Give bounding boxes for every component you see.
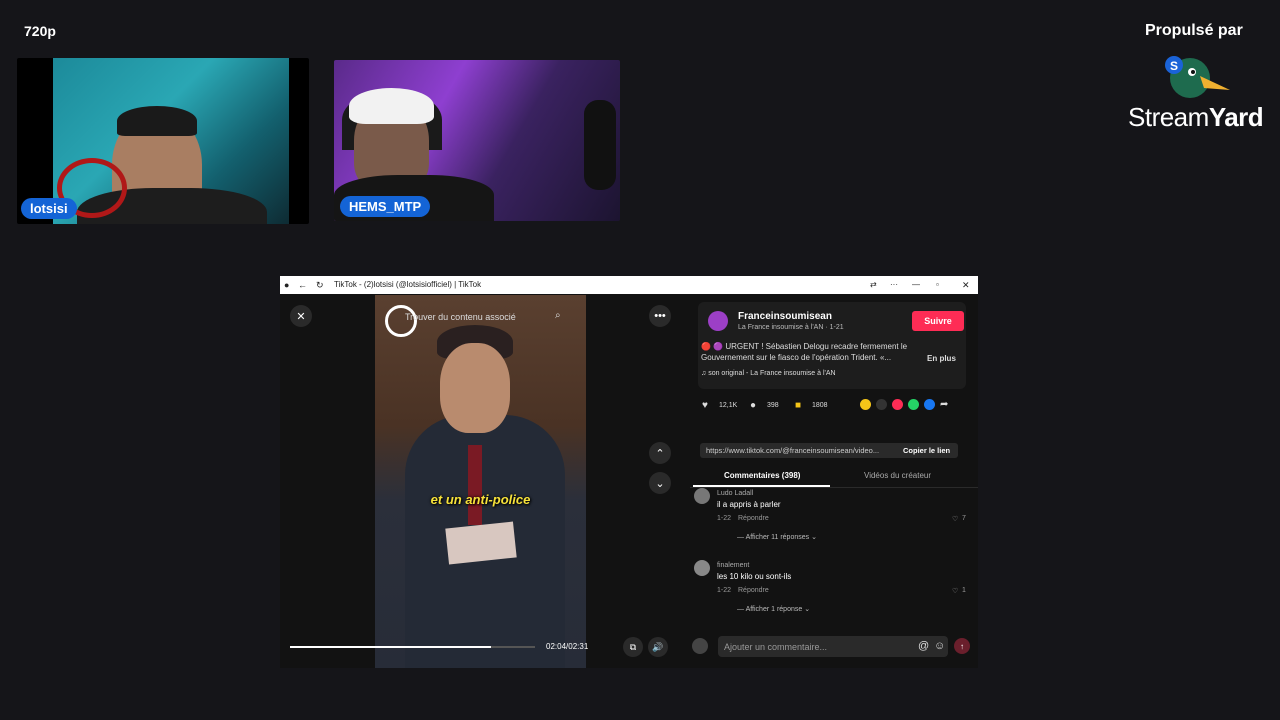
chevron-up-icon[interactable]: ⌃ — [649, 442, 671, 464]
tab-creator-videos[interactable]: Vidéos du créateur — [864, 471, 931, 480]
video-link-box: https://www.tiktok.com/@franceinsoumisea… — [700, 443, 958, 458]
avatar[interactable] — [694, 560, 710, 576]
facebook-icon[interactable] — [924, 399, 935, 410]
author-card: Franceinsoumisean La France insoumise à … — [698, 302, 966, 389]
comment-icon[interactable]: ● — [750, 400, 756, 411]
streamyard-duck-logo: S — [1165, 56, 1230, 98]
follow-button[interactable]: Suivre — [912, 311, 964, 331]
shared-browser-window: ● ← ↻ TikTok - (2)lotsisi (@lotsisioffic… — [280, 276, 978, 668]
participant-tag: lotsisi — [21, 198, 77, 219]
emoji-icon[interactable]: ☺ — [934, 640, 945, 652]
show-replies-button[interactable]: — Afficher 1 réponse ⌄ — [737, 605, 810, 613]
browser-titlebar: ● ← ↻ TikTok - (2)lotsisi (@lotsisioffic… — [280, 276, 978, 294]
translate-icon[interactable]: ⇄ — [870, 280, 877, 289]
author-subtitle: La France insoumise à l'AN · 1-21 — [738, 324, 844, 331]
video-caption: 🔴 🟣 URGENT ! Sébastien Delogu recadre fe… — [701, 342, 908, 362]
webcam-hems: HEMS_MTP — [334, 60, 620, 221]
video-progress-bar[interactable] — [290, 646, 535, 648]
webcam-lotsisi: lotsisi — [17, 58, 309, 224]
menu-icon[interactable]: ··· — [890, 280, 898, 289]
repost-icon[interactable] — [860, 399, 871, 410]
tiktok-icon: ● — [284, 280, 290, 290]
avatar[interactable] — [694, 488, 710, 504]
comment-likes: 7 — [962, 515, 966, 522]
close-icon[interactable]: ✕ — [290, 305, 312, 327]
search-icon[interactable]: ⌕ — [555, 310, 561, 321]
reply-button[interactable]: Répondre — [738, 515, 769, 522]
volume-icon[interactable]: 🔊 — [648, 637, 668, 657]
send-friends-icon[interactable] — [892, 399, 903, 410]
chevron-down-icon[interactable]: ⌄ — [649, 472, 671, 494]
saves-count: 1808 — [812, 402, 828, 409]
comment-text: il a appris à parler — [717, 500, 781, 509]
restore-icon[interactable]: ▫ — [936, 280, 939, 289]
comment-date: 1-22 — [717, 515, 732, 522]
video-player[interactable]: Trouver du contenu associé ⌕ et un anti-… — [375, 295, 586, 668]
show-replies-button[interactable]: — Afficher 11 réponses ⌄ — [737, 533, 817, 541]
streamyard-wordmark: StreamYard — [1128, 102, 1264, 132]
comment-likes: 1 — [962, 587, 966, 594]
more-icon[interactable]: ••• — [649, 305, 671, 327]
whatsapp-icon[interactable] — [908, 399, 919, 410]
back-icon[interactable]: ← — [298, 280, 307, 290]
heart-icon[interactable]: ♡ — [952, 515, 958, 523]
window-close-icon[interactable]: ✕ — [962, 280, 970, 291]
reply-button[interactable]: Répondre — [738, 587, 769, 594]
window-title: TikTok - (2)lotsisi (@lotsisiofficiel) |… — [334, 280, 482, 289]
quality-label: 720p — [24, 23, 56, 39]
likes-count: 12,1K — [719, 402, 738, 409]
more-caption-link[interactable]: En plus — [927, 354, 956, 363]
pip-icon[interactable]: ⧉ — [623, 637, 643, 657]
reload-icon[interactable]: ↻ — [316, 280, 324, 291]
comment-text: les 10 kilo ou sont-ils — [717, 572, 792, 581]
author-name[interactable]: Franceinsoumisean — [738, 311, 832, 322]
heart-icon[interactable]: ♥ — [702, 400, 708, 411]
embed-icon[interactable] — [876, 399, 887, 410]
related-content-search[interactable]: Trouver du contenu associé — [405, 312, 516, 322]
share-icon[interactable]: ➦ — [940, 399, 948, 410]
video-time: 02:04/02:31 — [546, 642, 589, 651]
video-link[interactable]: https://www.tiktok.com/@franceinsoumisea… — [706, 446, 879, 455]
comments-count: 398 — [767, 402, 779, 409]
minimize-icon[interactable]: — — [912, 280, 920, 289]
at-icon[interactable]: @ — [918, 640, 929, 652]
brand-caption: Propulsé par — [1145, 22, 1243, 39]
bookmark-icon[interactable]: ■ — [795, 400, 801, 411]
sound-link[interactable]: ♫ son original - La France insoumise à l… — [701, 370, 836, 377]
send-icon[interactable]: ↑ — [954, 638, 970, 654]
comment-placeholder: Ajouter un commentaire... — [724, 642, 828, 652]
participant-tag: HEMS_MTP — [340, 196, 431, 217]
comment-author[interactable]: finalement — [717, 562, 749, 569]
copy-link-button[interactable]: Copier le lien — [903, 446, 950, 455]
video-info-panel: Franceinsoumisean La France insoumise à … — [690, 295, 978, 668]
heart-icon[interactable]: ♡ — [952, 587, 958, 595]
comment-date: 1-22 — [717, 587, 732, 594]
avatar — [692, 638, 708, 654]
avatar[interactable] — [708, 311, 728, 331]
svg-text:S: S — [1170, 59, 1178, 73]
comment-author[interactable]: Ludo Ladall — [717, 490, 753, 497]
tab-comments[interactable]: Commentaires (398) — [724, 471, 800, 480]
video-subtitle: et un anti-police — [430, 492, 531, 507]
comment-input[interactable]: Ajouter un commentaire... @ ☺ — [718, 636, 948, 657]
